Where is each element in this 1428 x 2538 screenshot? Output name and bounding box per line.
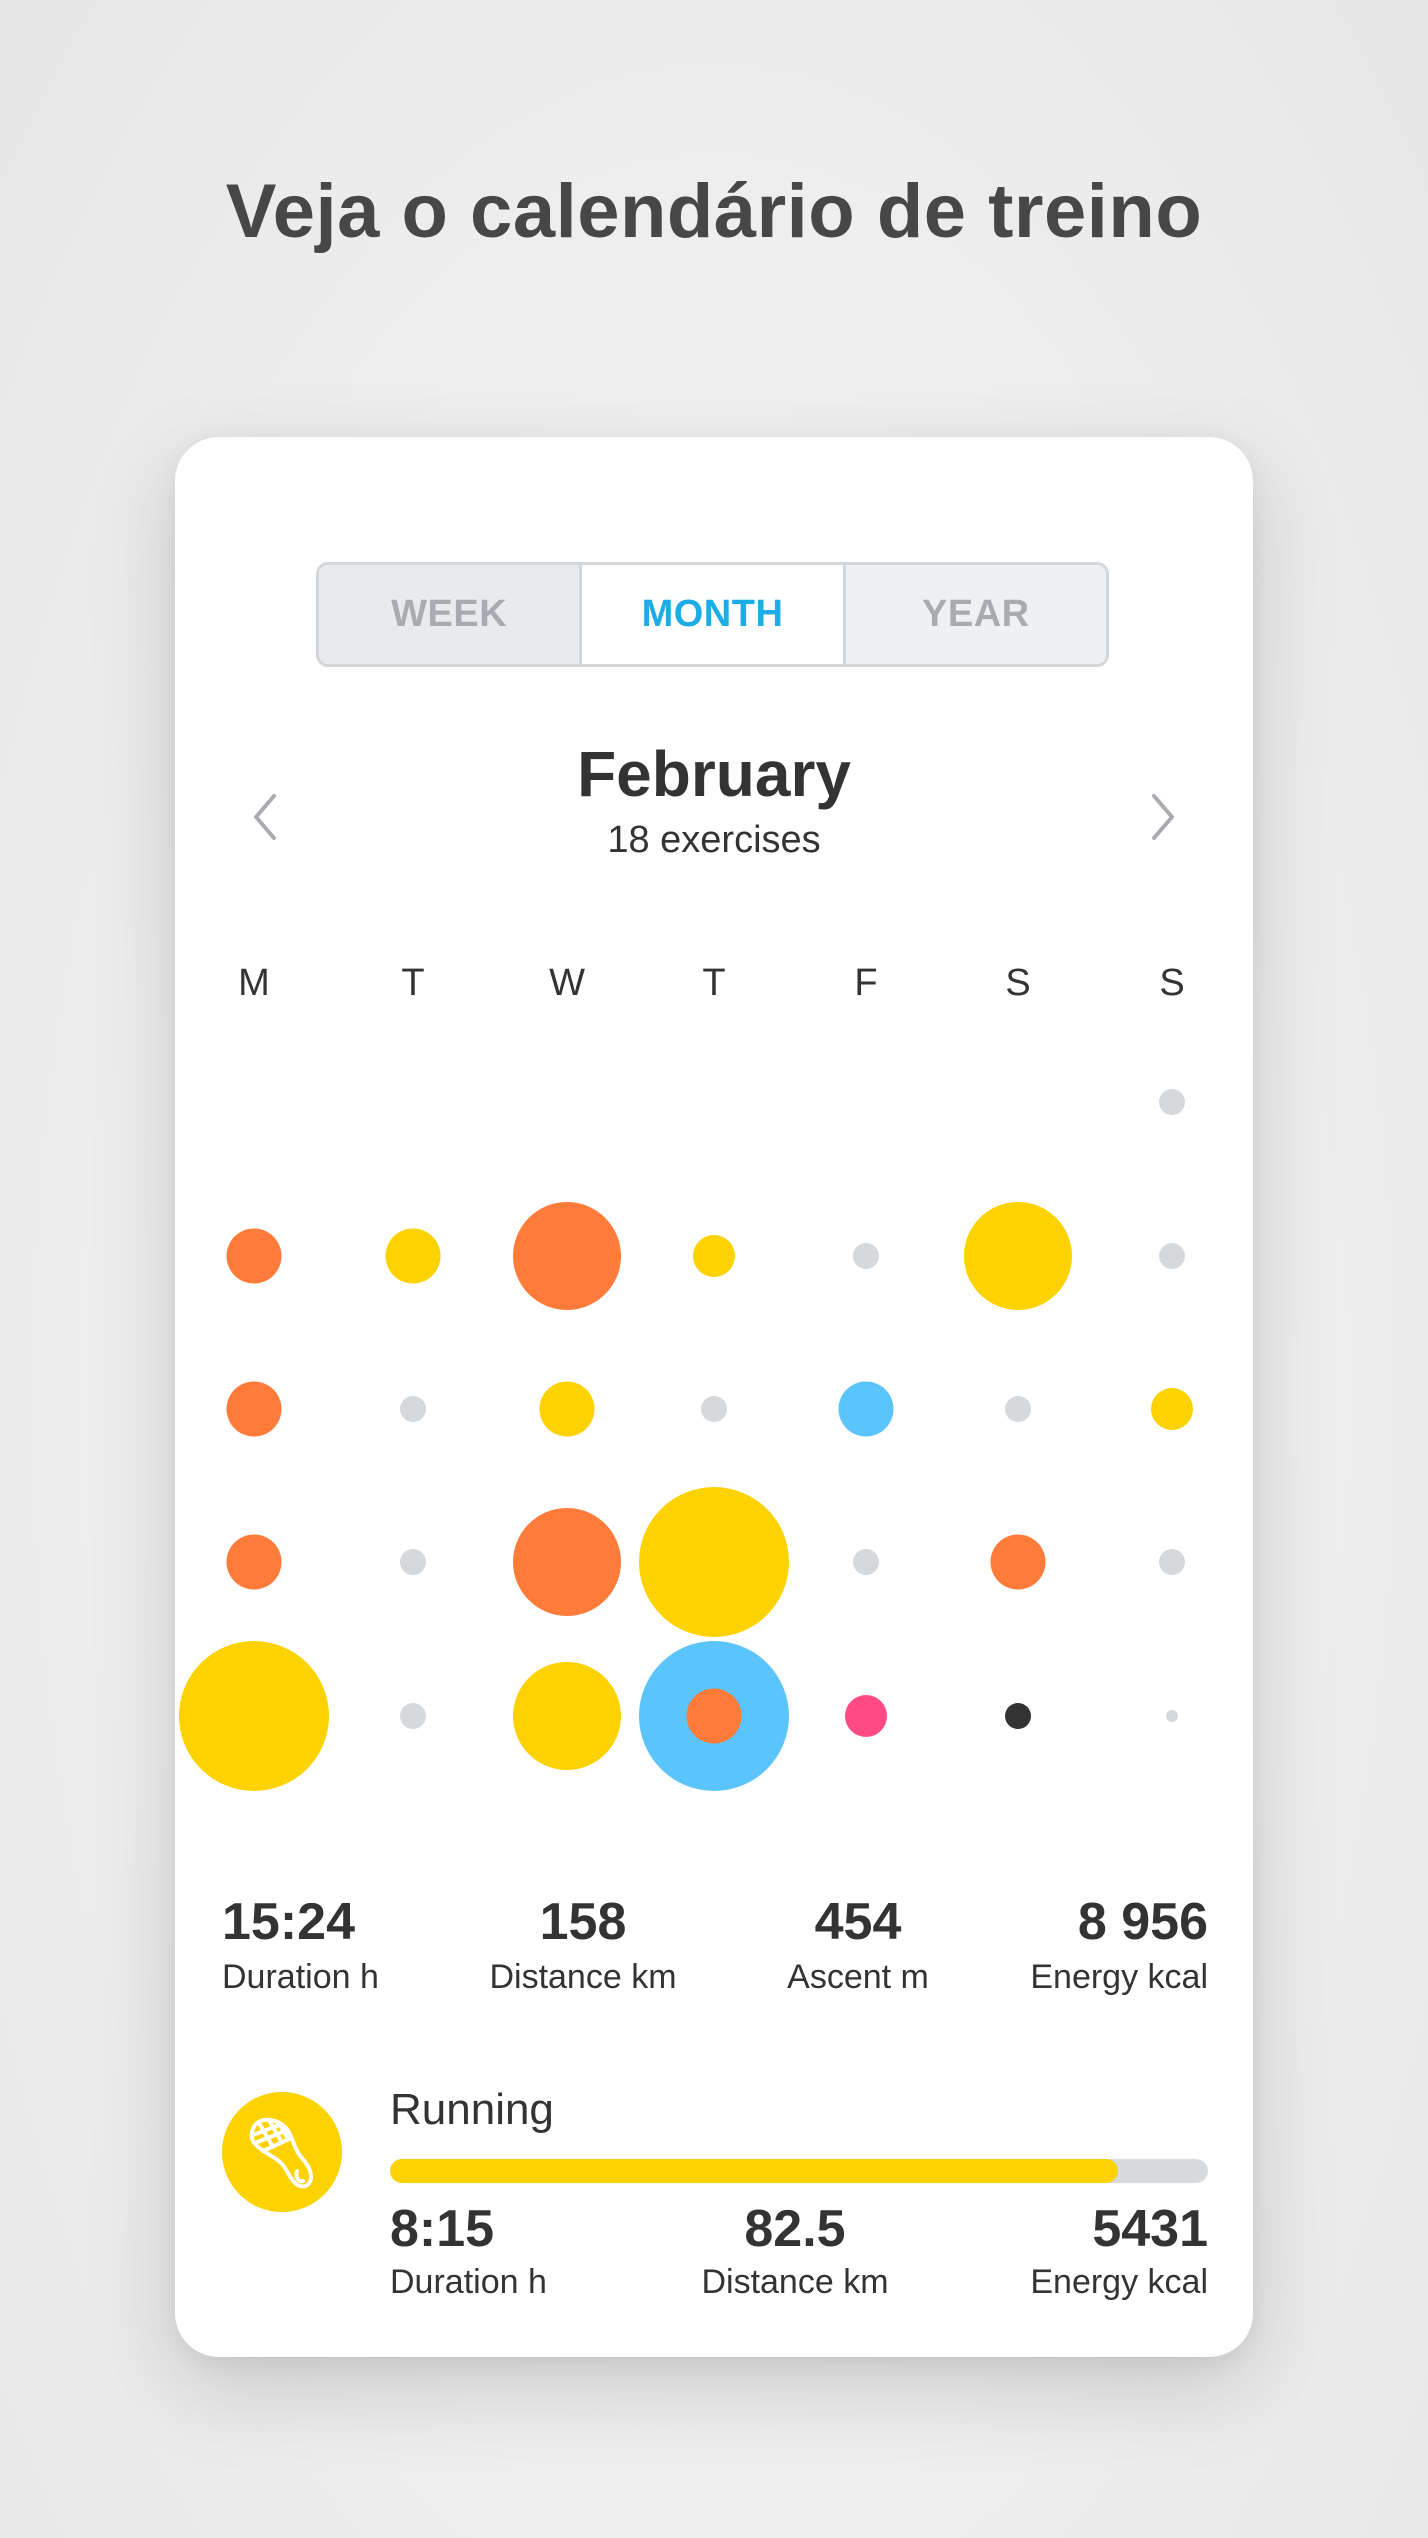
calendar-day-rest[interactable] xyxy=(1159,1089,1185,1115)
calendar-day-rest[interactable] xyxy=(853,1243,879,1269)
tab-week[interactable]: WEEK xyxy=(319,565,583,664)
summary-distance-value: 158 xyxy=(539,1893,627,1951)
sport-energy: 5431 Energy kcal xyxy=(1030,2199,1208,2302)
exercise-count: 18 exercises xyxy=(607,819,821,861)
calendar-day-running[interactable] xyxy=(639,1487,789,1637)
calendar-day-other_dark[interactable] xyxy=(1005,1703,1031,1729)
chevron-right-icon xyxy=(1152,794,1174,840)
weekday-label: F xyxy=(854,962,878,1004)
calendar-day-cycling[interactable] xyxy=(513,1508,621,1616)
sport-duration-label: Duration h xyxy=(390,2263,547,2301)
calendar-day-running[interactable] xyxy=(964,1202,1072,1310)
weekday-label: T xyxy=(401,962,425,1004)
calendar-day-rest[interactable] xyxy=(1166,1710,1178,1722)
summary-energy-label: Energy kcal xyxy=(1030,1958,1208,1996)
calendar-day-running[interactable] xyxy=(513,1662,621,1770)
shoe-sole-glyph xyxy=(249,2117,313,2189)
summary-distance: 158 Distance km xyxy=(489,1892,676,1997)
weekday-label: T xyxy=(702,962,726,1004)
period-segmented-control: WEEK MONTH YEAR xyxy=(316,562,1109,667)
calendar-day-running[interactable] xyxy=(1151,1388,1193,1430)
weekday-label: M xyxy=(238,962,270,1004)
calendar-day-running[interactable] xyxy=(179,1641,329,1791)
running-shoe-icon[interactable] xyxy=(222,2092,342,2212)
calendar-day-rest[interactable] xyxy=(400,1396,426,1422)
calendar-day-rest[interactable] xyxy=(1159,1549,1185,1575)
calendar-day-cycling[interactable] xyxy=(226,1381,282,1437)
summary-energy: 8 956 Energy kcal xyxy=(1030,1892,1208,1997)
calendar-day-rest[interactable] xyxy=(853,1549,879,1575)
calendar-day-running[interactable] xyxy=(539,1381,595,1437)
next-month-button[interactable] xyxy=(1133,777,1193,857)
summary-distance-label: Distance km xyxy=(489,1958,677,1996)
calendar-day-cycling[interactable] xyxy=(226,1534,282,1590)
calendar-day-rest[interactable] xyxy=(400,1549,426,1575)
calendar-day-cycling[interactable] xyxy=(226,1228,282,1284)
calendar-day-cycling[interactable] xyxy=(513,1202,621,1310)
calendar-day-inner-cycling xyxy=(686,1688,742,1744)
sport-distance-label: Distance km xyxy=(701,2263,889,2301)
sport-duration-value: 8:15 xyxy=(390,2200,495,2258)
calendar-day-rest[interactable] xyxy=(1005,1396,1031,1422)
calendar-day-running[interactable] xyxy=(693,1235,735,1277)
tab-year[interactable]: YEAR xyxy=(845,565,1106,664)
calendar-day-rest[interactable] xyxy=(400,1703,426,1729)
sport-share-progress-bar xyxy=(390,2159,1208,2183)
page-headline: Veja o calendário de treino xyxy=(225,169,1203,254)
calendar-day-rest[interactable] xyxy=(701,1396,727,1422)
summary-duration-value: 15:24 xyxy=(222,1893,355,1951)
summary-duration-label: Duration h xyxy=(222,1958,379,1996)
month-title: February xyxy=(577,738,851,810)
summary-energy-value: 8 956 xyxy=(1077,1893,1208,1951)
calendar-day-running[interactable] xyxy=(385,1228,441,1284)
summary-duration: 15:24 Duration h xyxy=(222,1892,379,1997)
calendar-day-rest[interactable] xyxy=(1159,1243,1185,1269)
tab-month[interactable]: MONTH xyxy=(582,565,846,664)
sport-share-progress-fill xyxy=(390,2159,1119,2183)
weekday-label: S xyxy=(1159,962,1185,1004)
summary-ascent-label: Ascent m xyxy=(787,1958,929,1996)
training-calendar-card: WEEK MONTH YEAR February 18 exercises M T… xyxy=(175,437,1253,2357)
weekday-label: S xyxy=(1005,962,1031,1004)
sport-duration: 8:15 Duration h xyxy=(390,2199,547,2302)
sport-distance-value: 82.5 xyxy=(744,2200,846,2258)
sport-energy-value: 5431 xyxy=(1092,2200,1208,2258)
calendar-day-swimming[interactable] xyxy=(838,1381,894,1437)
summary-ascent: 454 Ascent m xyxy=(787,1892,929,1997)
sport-energy-label: Energy kcal xyxy=(1030,2263,1208,2301)
sport-name: Running xyxy=(390,2085,554,2134)
weekday-label: W xyxy=(549,962,585,1004)
calendar-day-cycling[interactable] xyxy=(990,1534,1046,1590)
sport-distance: 82.5 Distance km xyxy=(701,2199,888,2302)
calendar-day-other_pink[interactable] xyxy=(845,1695,887,1737)
summary-ascent-value: 454 xyxy=(814,1893,902,1951)
